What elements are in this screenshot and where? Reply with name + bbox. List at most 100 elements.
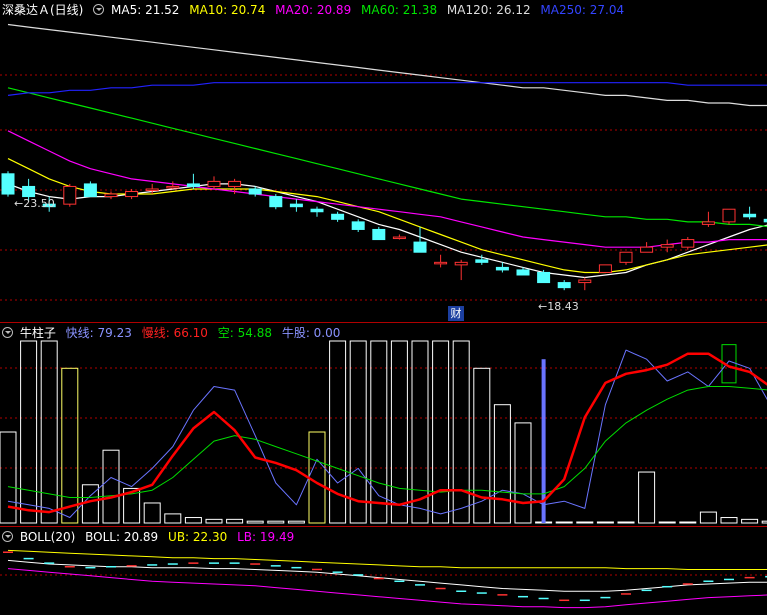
- candle-down: [83, 183, 97, 198]
- empty-line: [7, 386, 767, 498]
- indicator-bar: [741, 518, 759, 524]
- candle-down: [516, 269, 530, 276]
- candle-down: [557, 282, 571, 289]
- ma20-line: [7, 130, 767, 248]
- indicator-legend: 牛柱子 快线: 79.23 慢线: 66.10 空: 54.88 牛股: 0.0…: [2, 323, 346, 343]
- high-arrow-icon: ←: [14, 197, 24, 210]
- slow-line-label: 慢线: 66.10: [141, 326, 208, 340]
- candle-down: [310, 208, 324, 213]
- bull-stock-label: 牛股: 0.00: [281, 326, 341, 340]
- indicator-bar: [267, 520, 285, 524]
- ma10-line: [7, 158, 767, 274]
- niuzhuzi-chart[interactable]: [0, 323, 767, 525]
- empty-label: 空: 54.88: [217, 326, 272, 340]
- price-chart-pane[interactable]: 深桑达Ａ(日线) MA5: 21.52 MA10: 20.74 MA20: 20…: [0, 0, 767, 322]
- candle-up: [228, 180, 242, 187]
- fast-line-label: 快线: 79.23: [65, 326, 132, 340]
- indicator-bar: [576, 521, 594, 524]
- candle-down: [743, 213, 757, 218]
- candle-down: [475, 259, 489, 263]
- ma20-label: MA20: 20.89: [275, 3, 352, 17]
- indicator-bar: [40, 340, 58, 524]
- ma250-label: MA250: 27.04: [540, 3, 625, 17]
- indicator-bar: [0, 431, 17, 524]
- candle-down: [186, 183, 200, 187]
- candle-down: [22, 185, 36, 198]
- candle-up: [125, 191, 139, 198]
- chevron-down-icon[interactable]: [2, 531, 13, 542]
- candle-down: [248, 188, 262, 195]
- ma60-label: MA60: 21.38: [361, 3, 438, 17]
- candle-up: [145, 188, 159, 191]
- high-price-label: ←23.50: [14, 197, 55, 210]
- finance-badge[interactable]: 财: [448, 306, 464, 321]
- candle-up: [722, 208, 736, 223]
- indicator-bar: [20, 340, 38, 524]
- indicator-bar: [761, 520, 767, 524]
- indicator-bar: [61, 367, 79, 524]
- candle-up: [454, 261, 468, 266]
- indicator-bar: [617, 521, 635, 524]
- boll-indicator-pane[interactable]: BOLL(20) BOLL: 20.89 UB: 22.30 LB: 19.49: [0, 527, 767, 615]
- indicator-bar: [287, 520, 305, 524]
- boll-ub-label: UB: 22.30: [168, 530, 228, 544]
- indicator-bar: [102, 449, 120, 524]
- candle-down: [269, 196, 283, 208]
- candle-down: [351, 221, 365, 230]
- candle-down: [1, 173, 15, 195]
- indicator-bar: [164, 513, 182, 524]
- chevron-down-icon[interactable]: [93, 4, 105, 15]
- indicator-bar: [720, 517, 738, 524]
- candle-up: [660, 244, 674, 248]
- indicator-title[interactable]: 牛柱子: [20, 326, 56, 340]
- indicator-bar: [596, 521, 614, 524]
- chevron-down-icon[interactable]: [2, 327, 13, 338]
- boll-title[interactable]: BOLL(20): [20, 530, 75, 544]
- ma5-label: MA5: 21.52: [111, 3, 180, 17]
- low-price-label: ←18.43: [538, 300, 579, 313]
- candle-down: [537, 271, 551, 284]
- price-chart[interactable]: [0, 0, 767, 322]
- candle-up: [166, 185, 180, 189]
- indicator-bar: [143, 502, 161, 524]
- candle-down: [413, 241, 427, 253]
- price-title[interactable]: 深桑达Ａ(日线): [2, 3, 83, 17]
- high-price-value: 23.50: [23, 197, 55, 210]
- indicator-bar: [473, 367, 491, 524]
- fast-line: [7, 349, 767, 518]
- low-price-value: 18.43: [547, 300, 579, 313]
- low-arrow-icon: ←: [538, 300, 548, 313]
- boll-legend: BOLL(20) BOLL: 20.89 UB: 22.30 LB: 19.49: [2, 527, 300, 547]
- indicator-bar: [699, 511, 717, 524]
- boll-lb-label: LB: 19.49: [237, 530, 295, 544]
- indicator-bar: [514, 422, 532, 524]
- price-legend: 深桑达Ａ(日线) MA5: 21.52 MA10: 20.74 MA20: 20…: [2, 0, 630, 20]
- niuzhuzi-indicator-pane[interactable]: 牛柱子 快线: 79.23 慢线: 66.10 空: 54.88 牛股: 0.0…: [0, 323, 767, 525]
- indicator-bar: [679, 521, 697, 524]
- indicator-bar: [555, 521, 573, 524]
- indicator-bar: [226, 518, 244, 524]
- candle-down: [331, 213, 345, 220]
- boll-mid-label: BOLL: 20.89: [85, 530, 159, 544]
- candle-down: [372, 228, 386, 241]
- candle-up: [104, 193, 118, 198]
- indicator-bar: [205, 518, 223, 524]
- candle-up: [640, 246, 654, 253]
- indicator-bar: [246, 520, 264, 524]
- ma10-label: MA10: 20.74: [189, 3, 266, 17]
- candle-up: [63, 185, 77, 205]
- indicator-bar: [658, 521, 676, 524]
- ma120-label: MA120: 26.12: [446, 3, 531, 17]
- ma250-line: [7, 82, 767, 96]
- ma60-line: [7, 87, 767, 228]
- indicator-bar: [308, 431, 326, 524]
- candle-up: [701, 221, 715, 225]
- indicator-bar: [349, 340, 367, 524]
- candle-down: [289, 203, 303, 208]
- candle-down: [495, 266, 509, 271]
- candle-up: [434, 261, 448, 265]
- candle-up: [207, 180, 221, 187]
- candle-up: [681, 239, 695, 248]
- indicator-bar: [184, 517, 202, 524]
- candle-up: [578, 279, 592, 284]
